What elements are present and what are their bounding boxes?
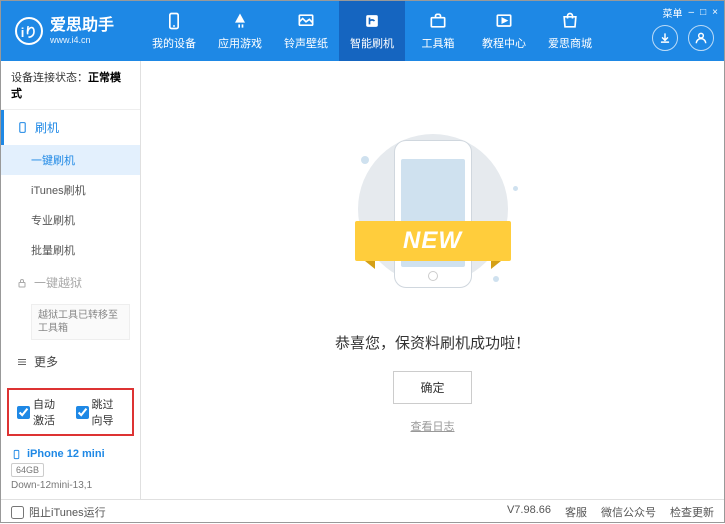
block-itunes-checkbox[interactable] bbox=[11, 506, 24, 519]
menu-icon bbox=[16, 356, 28, 368]
checkbox-label: 自动激活 bbox=[33, 396, 66, 428]
nav-tab-toolbox[interactable]: 工具箱 bbox=[405, 1, 471, 61]
nav-tab-store[interactable]: 爱思商城 bbox=[537, 1, 603, 61]
tutorial-icon bbox=[494, 11, 514, 31]
nav-tab-tutorial[interactable]: 教程中心 bbox=[471, 1, 537, 61]
sidebar-group-jailbreak[interactable]: 一键越狱 bbox=[1, 265, 140, 300]
logo-icon: iり bbox=[15, 17, 43, 45]
app-title: 爱思助手 bbox=[50, 17, 114, 35]
connection-status: 设备连接状态：正常模式 bbox=[1, 61, 140, 110]
sidebar-group-more[interactable]: 更多 bbox=[1, 344, 140, 379]
phone-icon bbox=[11, 449, 22, 460]
nav-tab-flash[interactable]: 智能刷机 bbox=[339, 1, 405, 61]
group-label: 一键越狱 bbox=[34, 274, 82, 291]
phone-icon bbox=[164, 11, 184, 31]
checkbox-row: 自动激活 跳过向导 bbox=[7, 388, 134, 436]
logo-area: iり 爱思助手 www.i4.cn bbox=[1, 17, 141, 45]
titlebar-max[interactable]: □ bbox=[700, 7, 706, 18]
group-label: 刷机 bbox=[35, 119, 59, 136]
main-content: NEW 恭喜您，保资料刷机成功啦！ 确定 查看日志 bbox=[141, 61, 724, 499]
skip-guide-checkbox[interactable] bbox=[76, 406, 89, 419]
device-capacity: 64GB bbox=[11, 463, 44, 477]
toolbox-icon bbox=[428, 11, 448, 31]
device-model: Down-12mini-13,1 bbox=[11, 480, 130, 491]
jailbreak-notice: 越狱工具已转移至 工具箱 bbox=[31, 304, 130, 340]
statusbar-right: V7.98.66 客服 微信公众号 检查更新 bbox=[507, 504, 714, 520]
side-list: 刷机 一键刷机 iTunes刷机 专业刷机 批量刷机 一键越狱 越狱工具已转移至… bbox=[1, 110, 140, 384]
wechat-link[interactable]: 微信公众号 bbox=[601, 504, 656, 520]
nav-label: 我的设备 bbox=[152, 35, 196, 51]
block-itunes-label: 阻止iTunes运行 bbox=[29, 504, 106, 520]
nav-label: 智能刷机 bbox=[350, 35, 394, 51]
device-name: iPhone 12 mini bbox=[11, 448, 130, 460]
user-button[interactable] bbox=[688, 25, 714, 51]
statusbar-left: 阻止iTunes运行 bbox=[11, 504, 106, 520]
apps-icon bbox=[230, 11, 250, 31]
view-log-link[interactable]: 查看日志 bbox=[411, 418, 455, 434]
nav-label: 铃声壁纸 bbox=[284, 35, 328, 51]
nav-tab-apps[interactable]: 应用游戏 bbox=[207, 1, 273, 61]
check-update-link[interactable]: 检查更新 bbox=[670, 504, 714, 520]
download-icon bbox=[658, 31, 672, 45]
conn-label: 设备连接状态： bbox=[11, 72, 88, 84]
group-label: 更多 bbox=[34, 353, 58, 370]
nav-label: 教程中心 bbox=[482, 35, 526, 51]
nav-label: 工具箱 bbox=[422, 35, 455, 51]
titlebar-controls: 菜单 – □ × bbox=[663, 5, 718, 20]
titlebar-menu[interactable]: 菜单 bbox=[663, 5, 683, 20]
lock-icon bbox=[16, 277, 28, 289]
download-button[interactable] bbox=[652, 25, 678, 51]
device-title: iPhone 12 mini bbox=[27, 448, 105, 460]
nav-label: 应用游戏 bbox=[218, 35, 262, 51]
sidebar: 设备连接状态：正常模式 刷机 一键刷机 iTunes刷机 专业刷机 批量刷机 一… bbox=[1, 61, 141, 499]
customer-service-link[interactable]: 客服 bbox=[565, 504, 587, 520]
titlebar-close[interactable]: × bbox=[712, 7, 718, 18]
sidebar-group-flash[interactable]: 刷机 bbox=[1, 110, 140, 145]
flash-icon bbox=[362, 11, 382, 31]
nav-tab-device[interactable]: 我的设备 bbox=[141, 1, 207, 61]
user-icon bbox=[694, 31, 708, 45]
new-banner: NEW bbox=[355, 221, 511, 261]
nav-tab-wallpaper[interactable]: 铃声壁纸 bbox=[273, 1, 339, 61]
checkbox-auto-activate[interactable]: 自动激活 bbox=[17, 396, 66, 428]
app-url: www.i4.cn bbox=[50, 35, 114, 45]
sidebar-item-other-tools[interactable]: 其他工具 bbox=[1, 379, 140, 384]
version-label: V7.98.66 bbox=[507, 504, 551, 520]
phone-illustration-icon bbox=[394, 140, 472, 288]
sidebar-item-itunes-flash[interactable]: iTunes刷机 bbox=[1, 175, 140, 205]
confirm-button[interactable]: 确定 bbox=[393, 371, 471, 404]
device-row[interactable]: iPhone 12 mini 64GB Down-12mini-13,1 bbox=[1, 440, 140, 499]
body-area: 设备连接状态：正常模式 刷机 一键刷机 iTunes刷机 专业刷机 批量刷机 一… bbox=[1, 61, 724, 499]
success-illustration: NEW bbox=[333, 126, 533, 316]
checkbox-skip-guide[interactable]: 跳过向导 bbox=[76, 396, 125, 428]
sidebar-item-batch-flash[interactable]: 批量刷机 bbox=[1, 235, 140, 265]
nav-tabs: 我的设备 应用游戏 铃声壁纸 智能刷机 工具箱 教程中心 爱思商城 bbox=[141, 1, 603, 61]
phone-icon bbox=[16, 121, 29, 134]
header-right bbox=[652, 25, 714, 51]
nav-label: 爱思商城 bbox=[548, 35, 592, 51]
sidebar-item-oneclick-flash[interactable]: 一键刷机 bbox=[1, 145, 140, 175]
auto-activate-checkbox[interactable] bbox=[17, 406, 30, 419]
store-icon bbox=[560, 11, 580, 31]
wallpaper-icon bbox=[296, 11, 316, 31]
checkbox-label: 跳过向导 bbox=[92, 396, 125, 428]
statusbar: 阻止iTunes运行 V7.98.66 客服 微信公众号 检查更新 bbox=[1, 499, 724, 524]
success-message: 恭喜您，保资料刷机成功啦！ bbox=[335, 332, 530, 353]
logo-text: 爱思助手 www.i4.cn bbox=[50, 17, 114, 45]
titlebar-min[interactable]: – bbox=[689, 7, 695, 18]
app-header: iり 爱思助手 www.i4.cn 我的设备 应用游戏 铃声壁纸 智能刷机 工具… bbox=[1, 1, 724, 61]
sidebar-item-pro-flash[interactable]: 专业刷机 bbox=[1, 205, 140, 235]
